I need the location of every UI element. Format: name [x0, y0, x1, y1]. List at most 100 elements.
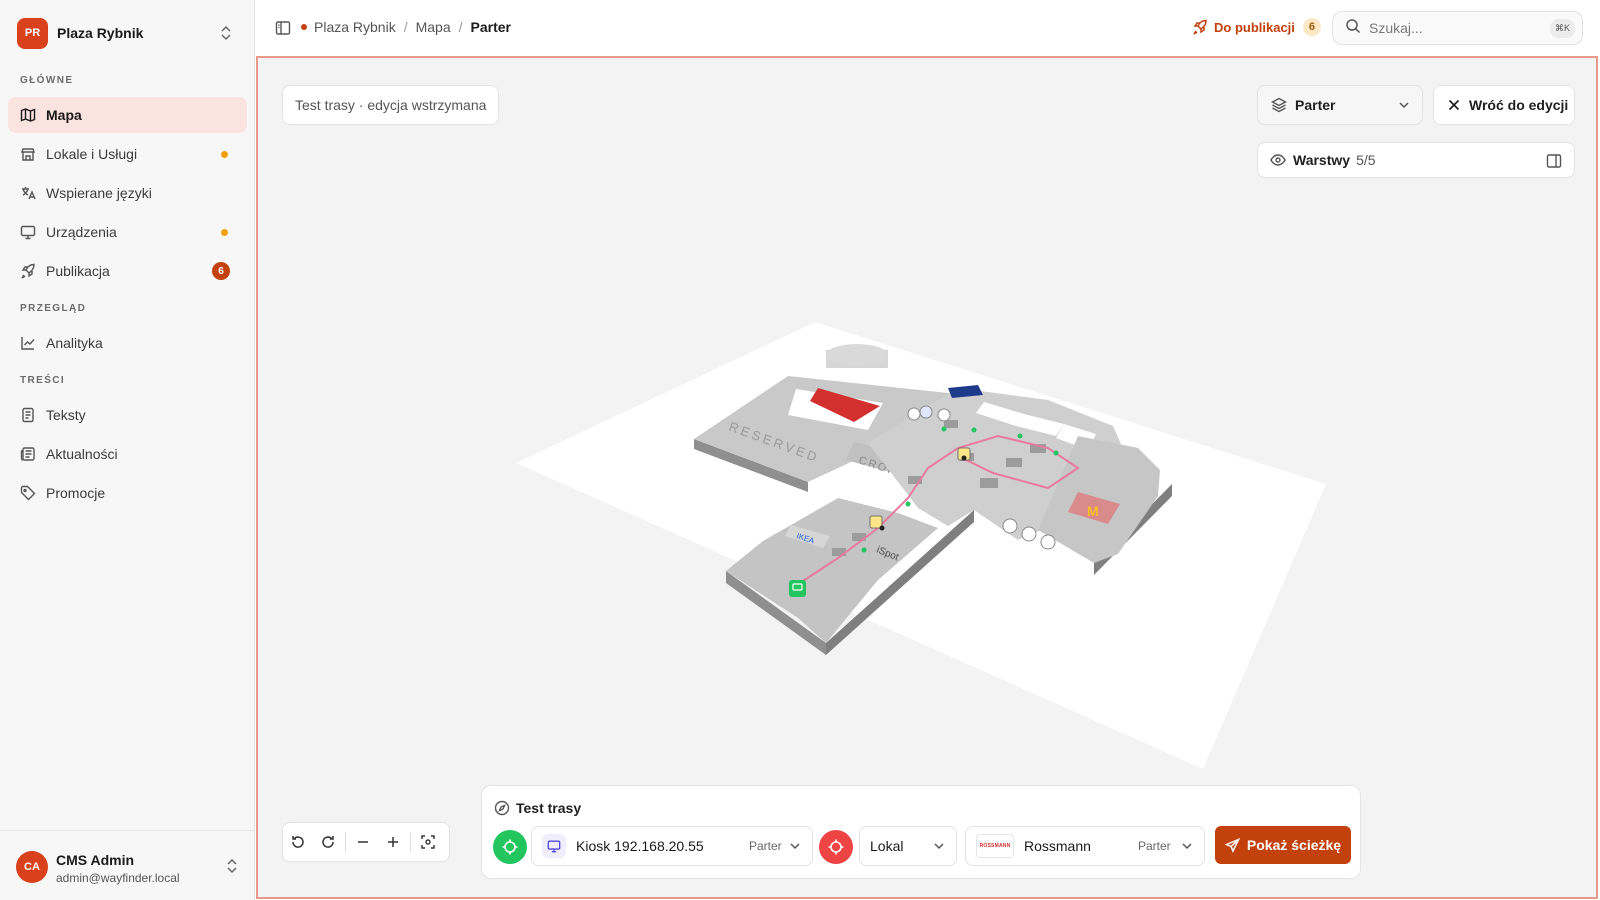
destination-type-select[interactable]: Lokal: [859, 826, 957, 866]
sidebar-item-label: Aktualności: [46, 446, 118, 462]
sidebar-item-label: Mapa: [46, 107, 82, 123]
section-label-tresci: TREŚCI: [20, 375, 66, 386]
org-avatar: PR: [17, 17, 48, 49]
layers-label: Warstwy: [1293, 152, 1351, 168]
escalator-marker: [869, 515, 883, 529]
sidebar-item-jezyki[interactable]: Wspierane języki: [8, 175, 247, 211]
file-text-icon: [20, 407, 36, 423]
poi-marker: [1002, 518, 1018, 534]
route-destination-select[interactable]: ROSSMANN Rossmann Parter: [965, 826, 1205, 866]
floor-select[interactable]: Parter: [1257, 85, 1423, 125]
recenter-icon[interactable]: [413, 827, 443, 857]
sidebar-item-teksty[interactable]: Teksty: [8, 397, 247, 433]
sidebar-item-label: Wspierane języki: [46, 185, 152, 201]
pending-dot: [221, 229, 228, 236]
chevron-down-icon: [1180, 839, 1194, 856]
search-input[interactable]: [1369, 20, 1539, 36]
ground-plane: [516, 322, 1326, 769]
sidebar: PR Plaza Rybnik GŁÓWNE Mapa Lokale i Usł…: [0, 0, 255, 900]
show-path-button[interactable]: Pokaż ścieżkę: [1215, 826, 1351, 864]
eye-icon: [1270, 152, 1286, 168]
route-start-floor: Parter: [749, 839, 782, 853]
sidebar-item-label: Publikacja: [46, 263, 110, 279]
destination-point: [879, 525, 885, 531]
zoom-in-icon[interactable]: [378, 827, 408, 857]
chevrons-up-down-icon: [219, 25, 233, 46]
route-test-status: Test trasy · edycja wstrzymana: [282, 85, 500, 125]
kiosk-marker: [789, 580, 806, 597]
tag-icon: [20, 485, 36, 501]
poi-marker: [919, 405, 933, 419]
route-start-select[interactable]: Kiosk 192.168.20.55 Parter: [531, 826, 813, 866]
map-view-controls: [282, 822, 450, 862]
sidebar-item-label: Lokale i Usługi: [46, 146, 138, 162]
chevron-down-icon: [932, 839, 946, 856]
languages-icon: [20, 185, 36, 201]
publication-count-badge: 6: [212, 262, 230, 280]
org-name: Plaza Rybnik: [57, 25, 144, 41]
unsaved-dot: [301, 24, 307, 30]
route-destination-value: Rossmann: [1024, 838, 1091, 854]
back-to-edit-label: Wróć do edycji: [1469, 97, 1569, 113]
end-point-button[interactable]: [819, 830, 853, 864]
breadcrumb-separator: /: [403, 19, 408, 35]
route-test-title: Test trasy: [494, 800, 581, 816]
breadcrumb-map[interactable]: Mapa: [416, 19, 451, 35]
sidebar-item-aktualnosci[interactable]: Aktualności: [8, 436, 247, 472]
publish-count-badge: 6: [1302, 18, 1321, 36]
sidebar-item-analityka[interactable]: Analityka: [8, 325, 247, 361]
poi-marker: [1040, 534, 1056, 550]
store-icon: [20, 146, 36, 162]
map-icon: [20, 107, 36, 123]
breadcrumb-current: Parter: [470, 19, 511, 35]
search-box[interactable]: ⌘K: [1332, 11, 1583, 45]
floor-plan-3d[interactable]: RESERVED CROPP M IKEA iSpot: [258, 58, 1598, 899]
chevron-down-icon: [788, 839, 802, 856]
route-test-panel: Test trasy Kiosk 192.168.20.55 Parter Lo…: [481, 785, 1361, 879]
sidebar-item-promocje[interactable]: Promocje: [8, 475, 247, 511]
top-header: Plaza Rybnik / Mapa / Parter Do publikac…: [255, 0, 1600, 56]
close-icon: [1447, 98, 1461, 112]
newspaper-icon: [20, 446, 36, 462]
layers-panel-toggle[interactable]: Warstwy 5/5: [1257, 142, 1575, 178]
sidebar-item-label: Promocje: [46, 485, 106, 501]
sidebar-item-lokale[interactable]: Lokale i Usługi: [8, 136, 247, 172]
section-label-przeglad: PRZEGLĄD: [20, 303, 87, 314]
zoom-out-icon[interactable]: [348, 827, 378, 857]
map-canvas[interactable]: RESERVED CROPP M IKEA iSpot Test trasy ·…: [256, 56, 1598, 899]
org-switcher[interactable]: PR Plaza Rybnik: [17, 17, 241, 49]
breadcrumb-separator: /: [458, 19, 463, 35]
breadcrumb-org[interactable]: Plaza Rybnik: [314, 19, 396, 35]
poi-marker: [907, 407, 921, 421]
divider: [410, 832, 411, 852]
sidebar-item-urzadzenia[interactable]: Urządzenia: [8, 214, 247, 250]
monitor-icon: [542, 834, 566, 858]
sidebar-item-mapa[interactable]: Mapa: [8, 97, 247, 133]
poi-marker: [937, 408, 951, 422]
pending-publish-button[interactable]: Do publikacji 6: [1192, 18, 1321, 36]
rotate-left-icon[interactable]: [283, 827, 313, 857]
user-name: CMS Admin: [56, 852, 135, 868]
destination-type-value: Lokal: [870, 838, 904, 854]
sidebar-item-publikacja[interactable]: Publikacja 6: [8, 253, 247, 289]
start-point-button[interactable]: [493, 830, 527, 864]
show-path-label: Pokaż ścieżkę: [1246, 837, 1342, 853]
breadcrumb: Plaza Rybnik / Mapa / Parter: [301, 19, 511, 35]
divider: [345, 832, 346, 852]
route-destination-floor: Parter: [1138, 839, 1171, 853]
back-to-edit-button[interactable]: Wróć do edycji: [1433, 85, 1575, 125]
rotate-right-icon[interactable]: [313, 827, 343, 857]
pending-dot: [221, 151, 228, 158]
user-menu[interactable]: CA CMS Admin admin@wayfinder.local: [0, 830, 255, 900]
sidebar-toggle-icon[interactable]: [275, 20, 291, 36]
user-email: admin@wayfinder.local: [56, 871, 180, 885]
chart-line-icon: [20, 335, 36, 351]
layers-count: 5/5: [1356, 152, 1376, 168]
route-test-title-text: Test trasy: [516, 800, 582, 816]
route-start-value: Kiosk 192.168.20.55: [576, 838, 704, 854]
route-point: [961, 455, 967, 461]
monitor-icon: [20, 224, 36, 240]
panel-right-icon[interactable]: [1546, 153, 1562, 172]
sidebar-item-label: Urządzenia: [46, 224, 117, 240]
floor-select-value: Parter: [1295, 97, 1336, 113]
